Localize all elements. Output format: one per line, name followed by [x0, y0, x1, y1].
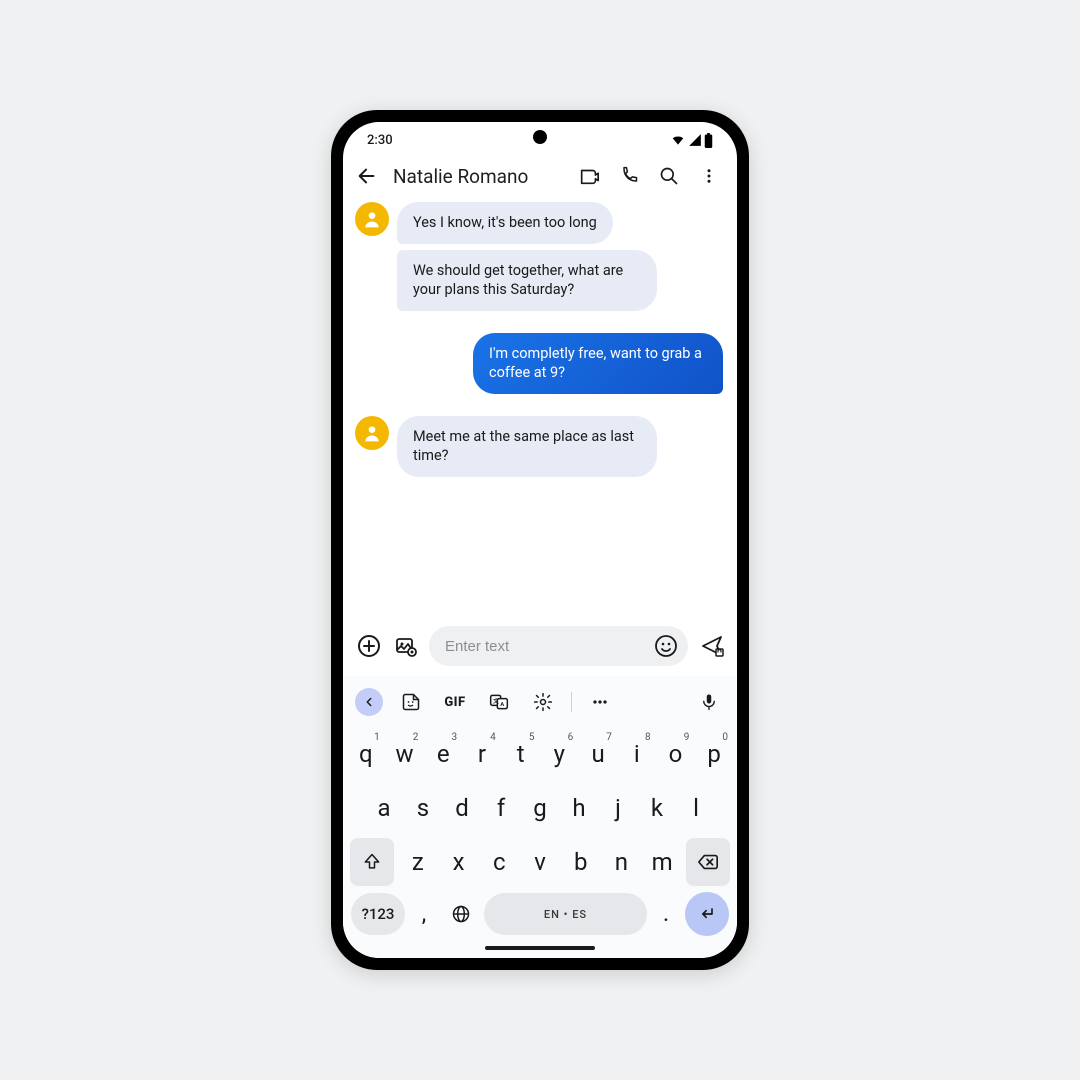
key-p[interactable]: p0	[695, 728, 733, 780]
key-f[interactable]: f	[482, 782, 520, 834]
message-input[interactable]	[445, 638, 644, 655]
gallery-button[interactable]	[392, 632, 419, 660]
outgoing-message[interactable]: I'm completly free, want to grab a coffe…	[473, 333, 723, 394]
back-button[interactable]	[353, 162, 381, 190]
search-button[interactable]	[655, 162, 683, 190]
enter-key[interactable]	[685, 892, 729, 936]
key-e[interactable]: e3	[424, 728, 462, 780]
cell-signal-icon	[688, 133, 702, 147]
svg-text:A: A	[500, 702, 504, 708]
keyboard-more-button[interactable]	[584, 686, 616, 718]
incoming-message[interactable]: Yes I know, it's been too long	[397, 202, 613, 244]
language-key[interactable]	[443, 893, 479, 935]
key-g[interactable]: g	[521, 782, 559, 834]
symbols-key[interactable]: ?123	[351, 893, 405, 935]
message-row: Yes I know, it's been too long	[355, 202, 725, 244]
emoji-button[interactable]	[652, 632, 680, 660]
svg-text:文: 文	[493, 697, 499, 705]
video-call-button[interactable]	[575, 162, 603, 190]
voice-input-button[interactable]	[693, 686, 725, 718]
conversation-header: Natalie Romano	[343, 152, 737, 200]
key-u[interactable]: u7	[579, 728, 617, 780]
comma-key[interactable]: ,	[410, 893, 438, 935]
key-i[interactable]: i8	[618, 728, 656, 780]
key-d[interactable]: d	[443, 782, 481, 834]
key-y[interactable]: y6	[541, 728, 579, 780]
keyboard-row-bottom: ?123 , EN • ES .	[347, 890, 733, 936]
keyboard-toolbar: GIF 文A	[347, 680, 733, 726]
status-icons	[670, 133, 713, 148]
key-m[interactable]: m	[642, 836, 682, 888]
incoming-message[interactable]: Meet me at the same place as last time?	[397, 416, 657, 477]
key-a[interactable]: a	[365, 782, 403, 834]
key-t[interactable]: t5	[502, 728, 540, 780]
status-time: 2:30	[367, 133, 393, 148]
compose-bar	[343, 620, 737, 676]
key-c[interactable]: c	[479, 836, 519, 888]
camera-hole	[533, 130, 547, 144]
key-v[interactable]: v	[520, 836, 560, 888]
keyboard-row-1: q1 w2 e3 r4 t5 y6 u7 i8 o9 p0	[347, 728, 733, 780]
key-b[interactable]: b	[561, 836, 601, 888]
key-x[interactable]: x	[439, 836, 479, 888]
keyboard-back-button[interactable]	[355, 688, 383, 716]
key-q[interactable]: q1	[347, 728, 385, 780]
keyboard: GIF 文A q1 w2 e3 r4	[343, 676, 737, 958]
message-input-container	[429, 626, 688, 666]
shift-key[interactable]	[350, 838, 394, 886]
nav-handle[interactable]	[485, 946, 595, 950]
voice-call-button[interactable]	[615, 162, 643, 190]
add-attachment-button[interactable]	[355, 632, 382, 660]
keyboard-row-2: a s d f g h j k l	[347, 782, 733, 834]
contact-avatar	[355, 416, 389, 450]
sticker-button[interactable]	[395, 686, 427, 718]
contact-avatar	[355, 202, 389, 236]
message-row: Meet me at the same place as last time?	[355, 416, 725, 477]
key-k[interactable]: k	[638, 782, 676, 834]
status-bar: 2:30	[343, 122, 737, 152]
period-key[interactable]: .	[652, 893, 680, 935]
spacebar-key[interactable]: EN • ES	[484, 893, 647, 935]
key-l[interactable]: l	[677, 782, 715, 834]
translate-button[interactable]: 文A	[483, 686, 515, 718]
key-r[interactable]: r4	[463, 728, 501, 780]
toolbar-divider	[571, 692, 572, 712]
keyboard-settings-button[interactable]	[527, 686, 559, 718]
wifi-icon	[670, 133, 686, 147]
gif-button[interactable]: GIF	[439, 686, 471, 718]
phone-screen: 2:30 Natalie Romano	[343, 122, 737, 958]
more-options-button[interactable]	[695, 162, 723, 190]
phone-frame: 2:30 Natalie Romano	[331, 110, 749, 970]
key-o[interactable]: o9	[657, 728, 695, 780]
key-n[interactable]: n	[602, 836, 642, 888]
send-button[interactable]	[698, 632, 725, 660]
key-w[interactable]: w2	[386, 728, 424, 780]
keyboard-row-3: z x c v b n m	[347, 836, 733, 888]
message-list: Yes I know, it's been too long We should…	[343, 200, 737, 620]
key-z[interactable]: z	[398, 836, 438, 888]
incoming-message[interactable]: We should get together, what are your pl…	[397, 250, 657, 311]
battery-icon	[704, 133, 713, 148]
message-row: We should get together, what are your pl…	[355, 250, 725, 311]
key-j[interactable]: j	[599, 782, 637, 834]
contact-name: Natalie Romano	[393, 165, 563, 188]
backspace-key[interactable]	[686, 838, 730, 886]
key-s[interactable]: s	[404, 782, 442, 834]
key-h[interactable]: h	[560, 782, 598, 834]
